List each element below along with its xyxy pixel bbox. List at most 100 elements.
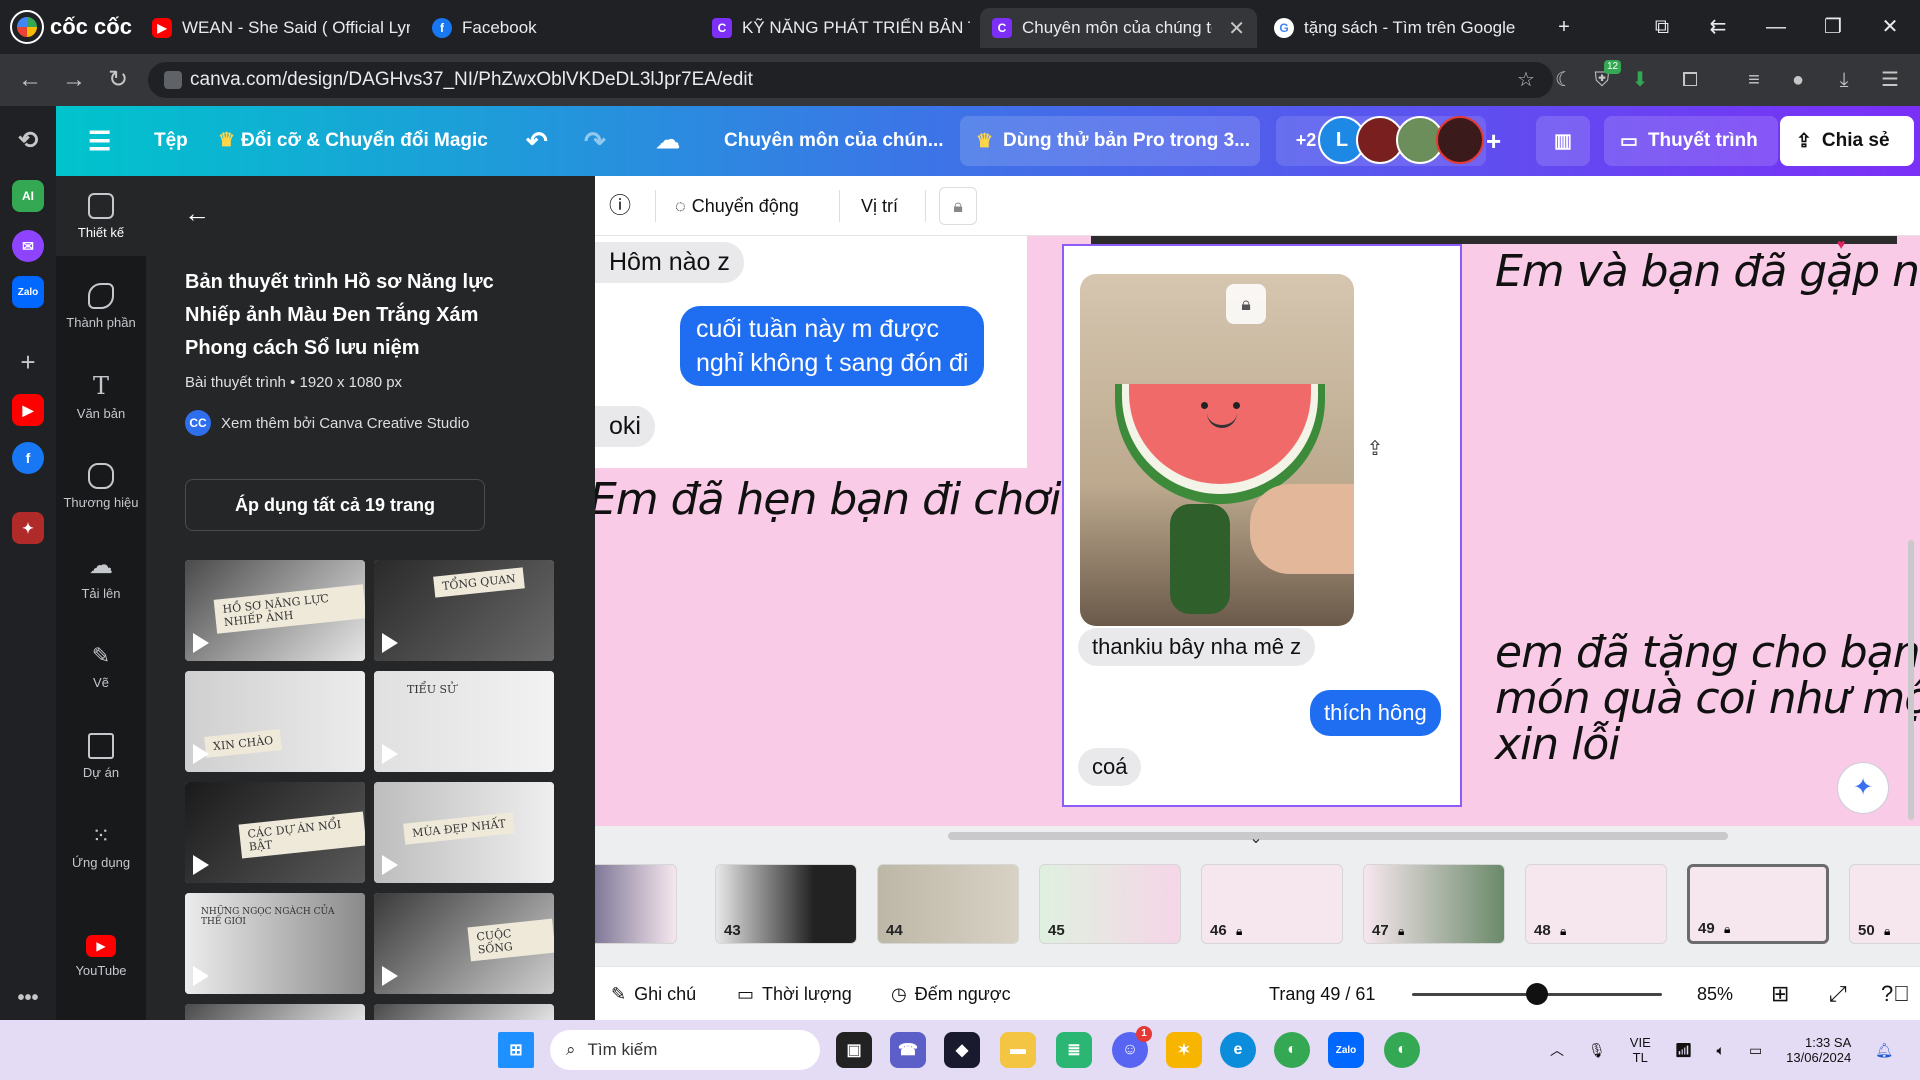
battery-icon[interactable]: ▭ <box>1749 1042 1762 1059</box>
page-thumbnail[interactable]: 44 <box>877 864 1019 944</box>
redo-icon[interactable]: ↷ <box>584 106 606 176</box>
file-explorer-icon[interactable]: ▬ <box>1000 1032 1036 1068</box>
chat-screenshot[interactable]: Hôm nào z cuối tuần này m được nghỉ khôn… <box>595 236 1027 468</box>
bookmark-star-icon[interactable]: ☆ <box>1512 66 1540 94</box>
add-sidebar-app-icon[interactable]: + <box>12 346 44 378</box>
creator-link[interactable]: CC Xem thêm bởi Canva Creative Studio <box>185 410 469 436</box>
downloads-icon[interactable]: ⤓ <box>1830 66 1858 94</box>
lock-icon[interactable]: 🔒︎ <box>1226 284 1266 324</box>
cloud-saved-icon[interactable]: ☁ <box>656 106 680 176</box>
canvas-vertical-scrollbar[interactable] <box>1908 540 1914 820</box>
template-page-thumbnail[interactable]: XIN CHÀO <box>185 671 365 772</box>
help-icon[interactable]: ?⃝ <box>1881 967 1910 1021</box>
screenshot-icon[interactable]: ⧉ <box>1642 12 1682 42</box>
fullscreen-icon[interactable]: ⤢ <box>1829 967 1847 1021</box>
url-field[interactable]: canva.com/design/DAGHvs37_NI/PhZwxOblVKD… <box>148 62 1553 98</box>
file-menu[interactable]: Tệp <box>154 106 188 176</box>
tray-chevron-icon[interactable]: ︿ <box>1550 1040 1564 1060</box>
animate-button[interactable]: ◌ Chuyển động <box>675 176 799 236</box>
page-thumbnail[interactable]: 46 🔒︎ <box>1201 864 1343 944</box>
forward-icon[interactable]: → <box>58 65 90 95</box>
page-thumbnail[interactable]: 45 <box>1039 864 1181 944</box>
share-upload-icon[interactable]: ⇪ <box>1360 436 1390 466</box>
playlist-icon[interactable]: ≡ <box>1740 66 1768 94</box>
page-thumbnail[interactable] <box>595 864 677 944</box>
rail-apps[interactable]: ⁙ Ứng dụng <box>56 806 146 886</box>
lock-icon[interactable]: 🔒︎ <box>939 187 977 225</box>
microphone-icon[interactable]: 🎙︎ <box>1588 1042 1606 1059</box>
template-page-thumbnail[interactable]: CÁC DỰ ÁN NỔI BẬT <box>185 782 365 883</box>
pro-trial-button[interactable]: ♛ Dùng thử bản Pro trong 3... <box>960 116 1260 166</box>
taskbar-search[interactable]: ⌕ Tìm kiếm <box>550 1030 820 1070</box>
profile-icon[interactable]: ● <box>1784 66 1812 94</box>
dark-mode-icon[interactable]: ☾ <box>1550 66 1578 94</box>
share-button[interactable]: ⇪ Chia sẻ <box>1780 116 1914 166</box>
discord-icon[interactable]: ☺ 1 <box>1112 1026 1152 1068</box>
insights-chart-icon[interactable]: ▥ <box>1536 116 1590 166</box>
undo-icon[interactable]: ↶ <box>526 106 548 176</box>
present-button[interactable]: ▭ Thuyết trình <box>1604 116 1778 166</box>
rail-design[interactable]: Thiết kế <box>56 176 146 256</box>
slide-caption[interactable]: Em và bạn đã gặp nha <box>1495 246 1920 297</box>
edge-icon[interactable]: e <box>1220 1032 1256 1068</box>
notes-button[interactable]: ✎ Ghi chú <box>611 967 696 1021</box>
page-thumbnail-selected[interactable]: 49 🔒︎ <box>1687 864 1829 944</box>
volume-icon[interactable]: 🔈︎ <box>1717 1042 1725 1059</box>
clock[interactable]: 1:33 SA 13/06/2024 <box>1786 1035 1851 1065</box>
tab-canva-kynang[interactable]: C KỸ NĂNG PHÁT TRIỂN BẢN THÂ <box>700 8 970 48</box>
template-page-thumbnail[interactable]: MÙA ĐẸP NHẤT <box>374 782 554 883</box>
duration-button[interactable]: ▭ Thời lượng <box>737 967 852 1021</box>
back-arrow-icon[interactable]: ← <box>184 198 210 229</box>
restore-icon[interactable]: ❐ <box>1813 12 1853 42</box>
coccoc-icon[interactable]: ◐ <box>1274 1032 1310 1068</box>
wifi-icon[interactable]: 📶︎ <box>1675 1042 1693 1059</box>
game-app-icon[interactable]: ✦ <box>12 512 44 544</box>
windows-start-icon[interactable]: ⊞ <box>498 1032 534 1068</box>
rail-projects[interactable]: Dự án <box>56 716 146 796</box>
magic-resize-button[interactable]: ♛ Đổi cỡ & Chuyển đổi Magic <box>218 106 488 176</box>
canvas-horizontal-scrollbar[interactable] <box>948 832 1728 840</box>
slide-caption-multiline[interactable]: em đã tặng cho bạn m món quà coi như một… <box>1495 630 1920 768</box>
back-icon[interactable]: ← <box>14 65 46 95</box>
page-indicator[interactable]: Trang 49 / 61 <box>1269 967 1375 1021</box>
page-thumbnail[interactable]: 47 🔒︎ <box>1363 864 1505 944</box>
rail-upload[interactable]: ☁ Tải lên <box>56 536 146 616</box>
grid-view-icon[interactable]: ⊞ <box>1771 967 1789 1021</box>
stack-app-icon[interactable]: ≣ <box>1056 1032 1092 1068</box>
template-page-thumbnail[interactable]: TIỂU SỬ <box>374 671 554 772</box>
zoom-level[interactable]: 85% <box>1697 967 1733 1021</box>
tab-youtube[interactable]: ▶ WEAN - She Said ( Official Lyric <box>140 8 410 48</box>
shield-extension-icon[interactable]: ⛨ 12 <box>1588 60 1622 94</box>
zoom-slider-knob[interactable] <box>1526 983 1548 1005</box>
info-icon[interactable]: ⓘ <box>609 176 631 236</box>
tab-search-icon[interactable]: ⇇ <box>1698 12 1738 42</box>
tab-canva-active[interactable]: C Chuyên môn của chúng tô ✕ <box>980 8 1257 48</box>
reload-icon[interactable]: ↻ <box>102 65 134 95</box>
ai-assistant-icon[interactable]: AI <box>12 180 44 212</box>
collaborator-avatar[interactable] <box>1436 116 1484 164</box>
apply-all-pages-button[interactable]: Áp dụng tất cả 19 trang <box>185 479 485 531</box>
minimize-icon[interactable]: — <box>1756 12 1796 42</box>
expand-pages-chevron-icon[interactable]: ⌄ <box>1244 828 1268 847</box>
coccoc-active-icon[interactable]: ◐ <box>1384 1032 1420 1068</box>
language-indicator[interactable]: VIE TL <box>1630 1035 1651 1065</box>
facebook-icon[interactable]: f <box>12 442 44 474</box>
close-window-icon[interactable]: ✕ <box>1870 12 1910 42</box>
history-icon[interactable]: ⟲ <box>12 124 44 156</box>
tab-google[interactable]: G tặng sách - Tìm trên Google <box>1262 8 1532 48</box>
notification-bell-icon[interactable]: 🔔︎ <box>1875 1042 1893 1059</box>
new-tab-icon[interactable]: + <box>1544 12 1584 42</box>
slide-caption[interactable]: Em đã hẹn bạn đi chơi <box>595 474 1061 525</box>
template-page-thumbnail[interactable] <box>374 1004 554 1020</box>
zalo-icon[interactable]: Zalo <box>12 276 44 308</box>
tab-facebook[interactable]: f Facebook <box>420 8 690 48</box>
image-edge[interactable] <box>1091 236 1897 244</box>
browser-menu-icon[interactable]: ☰ <box>1876 66 1904 94</box>
template-page-thumbnail[interactable]: TỔNG QUAN <box>374 560 554 661</box>
template-page-thumbnail[interactable]: NHỮNG NGỌC NGÀCH CỦA THẾ GIỚI <box>185 893 365 994</box>
page-thumbnail[interactable]: 48 🔒︎ <box>1525 864 1667 944</box>
task-view-icon[interactable]: ▣ <box>836 1032 872 1068</box>
rail-draw[interactable]: ✎ Vẽ <box>56 626 146 706</box>
photo-app-icon[interactable]: ✶ <box>1166 1032 1202 1068</box>
hamburger-menu-icon[interactable]: ☰ <box>88 106 111 176</box>
